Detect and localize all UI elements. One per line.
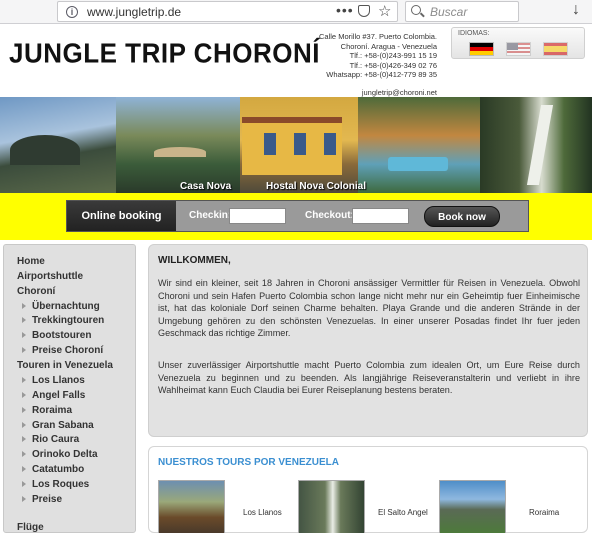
photo-banner: Casa Nova Hostal Nova Colonial (0, 97, 592, 193)
german-flag-icon[interactable] (469, 42, 494, 56)
welcome-panel: WILLKOMMEN, Wir sind ein kleiner, seit 1… (148, 244, 588, 437)
browser-toolbar: i www.jungletrip.de ••• ☆ Buscar ↓ (0, 0, 592, 24)
english-flag-icon[interactable] (506, 42, 531, 56)
url-text[interactable]: www.jungletrip.de (87, 5, 181, 19)
roraima-image[interactable] (439, 480, 506, 533)
chevron-right-icon (22, 303, 26, 309)
sidebar-item-label: Los Roques (32, 479, 90, 490)
sidebar-item-label: Los Llanos (32, 375, 85, 386)
banner-caption: Hostal Nova Colonial (266, 181, 367, 192)
pool-photo (358, 97, 480, 193)
sidebar-item-label: Gran Sabana (32, 420, 94, 431)
pocket-icon[interactable] (358, 5, 370, 17)
address-line: Choroní. Aragua - Venezuela (340, 41, 437, 51)
hostal-nova-colonial-photo (240, 97, 358, 193)
download-icon[interactable]: ↓ (572, 1, 580, 19)
chevron-right-icon (22, 347, 26, 353)
sidebar-item-label: Rio Caura (32, 434, 80, 445)
sidebar-item-angel-falls[interactable]: Angel Falls (22, 390, 86, 401)
language-selector: IDIOMAS: (451, 27, 585, 59)
el-salto-angel-image[interactable] (298, 480, 365, 533)
sidebar-nav: Home Airportshuttle Choroní Übernachtung… (3, 244, 136, 533)
sidebar-item-label: Angel Falls (32, 390, 86, 401)
sidebar-item-preise-choroni[interactable]: Preise Choroní (22, 345, 104, 356)
welcome-title: WILLKOMMEN, (158, 255, 231, 266)
banner-caption: Casa Nova (180, 181, 232, 192)
sidebar-item-rio-caura[interactable]: Rio Caura (22, 434, 80, 445)
tours-title: NUESTROS TOURS POR VENEZUELA (158, 457, 339, 468)
chevron-right-icon (22, 332, 26, 338)
checkout-input[interactable] (352, 208, 409, 224)
sidebar-item-gran-sabana[interactable]: Gran Sabana (22, 420, 94, 431)
sidebar-item-fluge[interactable]: Flüge (17, 522, 44, 533)
welcome-paragraph: Unser zuverlässiger Airportshuttle macht… (158, 360, 580, 395)
sidebar-item-label: Preise (32, 494, 63, 505)
casa-nova-photo (116, 97, 240, 193)
sidebar-item-orinoko-delta[interactable]: Orinoko Delta (22, 449, 98, 460)
tour-label[interactable]: Roraima (529, 508, 559, 517)
sidebar-item-bootstouren[interactable]: Bootstouren (22, 330, 92, 341)
checkout-label: Checkout: (305, 210, 354, 221)
info-icon[interactable]: i (66, 6, 78, 18)
search-placeholder: Buscar (430, 5, 468, 19)
site-header: JUNGLE TRIP CHORONÍ Calle Morillo #37. P… (0, 25, 592, 97)
tour-label[interactable]: Los Llanos (243, 508, 282, 517)
address-line: Tlf.: +58-(0)426-349 02 76 (349, 60, 437, 70)
sidebar-item-trekkingtouren[interactable]: Trekkingtouren (22, 315, 105, 326)
chevron-right-icon (22, 422, 26, 428)
sidebar-item-choroni[interactable]: Choroní (17, 286, 55, 297)
sidebar-item-ubernachtung[interactable]: Übernachtung (22, 301, 100, 312)
browser-search-box[interactable]: Buscar (405, 1, 519, 22)
sidebar-item-touren-in-venezuela[interactable]: Touren in Venezuela (17, 360, 113, 371)
checkin-label: Checkin: (189, 210, 232, 221)
contact-email[interactable]: jungletrip@choroni.net (362, 88, 437, 97)
beach-photo (0, 97, 116, 193)
sidebar-item-label: Übernachtung (32, 301, 100, 312)
language-title: IDIOMAS: (458, 30, 490, 37)
welcome-paragraph: Wir sind ein kleiner, seit 18 Jahren in … (158, 278, 580, 338)
sidebar-item-home[interactable]: Home (17, 256, 45, 267)
sidebar-item-roraima[interactable]: Roraima (22, 405, 73, 416)
more-actions-icon[interactable]: ••• (336, 2, 354, 18)
chevron-right-icon (22, 481, 26, 487)
site-logo[interactable]: JUNGLE TRIP CHORONÍ (9, 37, 320, 70)
sidebar-item-los-roques[interactable]: Los Roques (22, 479, 90, 490)
waterfall-photo (480, 97, 592, 193)
sidebar-item-label: Roraima (32, 405, 73, 416)
search-icon (411, 5, 421, 15)
address-line: Whatsapp: +58-(0)412-779 89 35 (326, 70, 437, 79)
chevron-right-icon (22, 466, 26, 472)
url-bar[interactable]: i www.jungletrip.de ••• ☆ (57, 1, 398, 22)
spanish-flag-icon[interactable] (543, 42, 568, 56)
bookmark-star-icon[interactable]: ☆ (378, 2, 391, 20)
chevron-right-icon (22, 407, 26, 413)
sidebar-item-label: Bootstouren (32, 330, 92, 341)
sidebar-item-los-llanos[interactable]: Los Llanos (22, 375, 85, 386)
address-line: Tlf.: +58-(0)243-991 15 19 (349, 51, 437, 60)
sidebar-item-label: Trekkingtouren (32, 315, 105, 326)
sidebar-item-label: Orinoko Delta (32, 449, 98, 460)
tour-label[interactable]: El Salto Angel (378, 508, 428, 517)
booking-form: Online booking Checkin: Checkout: Book n… (66, 200, 529, 232)
address-line: Calle Morillo #37. Puerto Colombia. (319, 32, 437, 41)
chevron-right-icon (22, 317, 26, 323)
sidebar-item-catatumbo[interactable]: Catatumbo (22, 464, 85, 475)
chevron-right-icon (22, 496, 26, 502)
chevron-right-icon (22, 377, 26, 383)
chevron-right-icon (22, 392, 26, 398)
sidebar-item-airportshuttle[interactable]: Airportshuttle (17, 271, 83, 282)
contact-address: Calle Morillo #37. Puerto Colombia. Chor… (319, 32, 437, 80)
checkin-input[interactable] (229, 208, 286, 224)
los-llanos-image[interactable] (158, 480, 225, 533)
sidebar-item-label: Catatumbo (32, 464, 85, 475)
booking-area: Online booking Checkin: Checkout: Book n… (0, 193, 592, 240)
tours-panel: NUESTROS TOURS POR VENEZUELA Los Llanos … (148, 446, 588, 533)
sidebar-item-label: Preise Choroní (32, 345, 104, 356)
sidebar-item-preise[interactable]: Preise (22, 494, 63, 505)
chevron-right-icon (22, 451, 26, 457)
booking-title: Online booking (67, 201, 176, 231)
chevron-right-icon (22, 436, 26, 442)
book-now-button[interactable]: Book now (424, 206, 500, 227)
